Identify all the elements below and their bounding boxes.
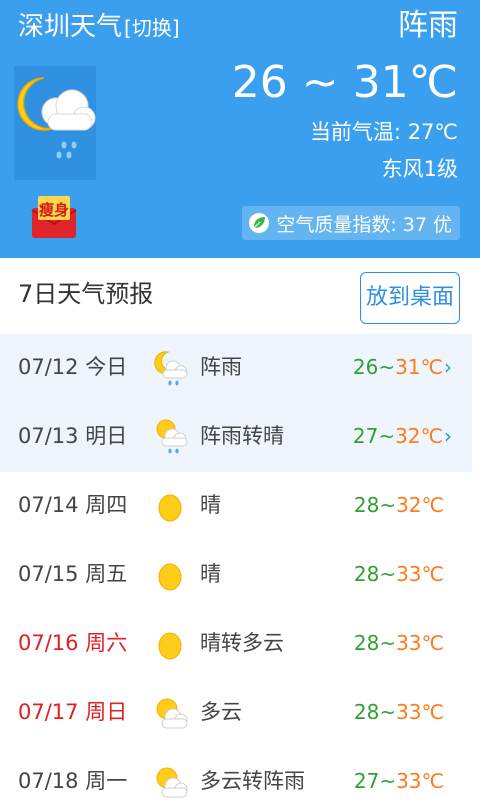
- high-temp: 33℃: [396, 769, 444, 793]
- air-quality-badge[interactable]: 空气质量指数: 37 优: [242, 206, 460, 240]
- forecast-row[interactable]: 07/13 明日 阵雨转晴 27~32℃›: [0, 403, 472, 472]
- range-separator: ~: [379, 631, 397, 655]
- range-separator: ~: [379, 769, 397, 793]
- forecast-date: 07/14 周四: [18, 493, 128, 517]
- forecast-header: 7日天气预报 放到桌面: [0, 258, 480, 334]
- moon-cloud-rain-icon: [154, 348, 188, 388]
- forecast-row[interactable]: 07/17 周日 多云 28~33℃: [0, 679, 472, 748]
- forecast-condition: 阵雨: [200, 355, 242, 379]
- high-temp: 33℃: [396, 562, 444, 586]
- sun-cloud-icon: [154, 762, 188, 800]
- forecast-condition: 阵雨转晴: [200, 424, 284, 448]
- low-temp: 28: [353, 493, 380, 517]
- forecast-condition: 晴: [200, 493, 221, 517]
- high-temp: 32℃: [396, 493, 444, 517]
- sun-icon: [154, 624, 188, 664]
- forecast-temp-range: 27~32℃›: [353, 421, 452, 451]
- low-temp: 26: [352, 355, 379, 379]
- sun-cloud-rain-icon: [154, 417, 188, 457]
- add-to-desktop-button[interactable]: 放到桌面: [360, 272, 460, 324]
- forecast-temp-range: 27~33℃: [354, 766, 444, 796]
- weather-header: 深圳天气 [切换] 阵雨 26 ~ 31℃ 当前气温: 27℃ 东风1级 瘦身 …: [0, 0, 480, 258]
- forecast-condition: 多云: [200, 700, 242, 724]
- forecast-row[interactable]: 07/12 今日 阵雨 26~31℃›: [0, 334, 472, 403]
- aqi-text: 空气质量指数: 37 优: [276, 213, 452, 236]
- forecast-date: 07/13 明日: [18, 424, 128, 448]
- high-temp: 33℃: [396, 700, 444, 724]
- chevron-right-icon[interactable]: ›: [444, 355, 452, 379]
- sun-icon: [154, 555, 188, 595]
- forecast-row[interactable]: 07/14 周四 晴 28~32℃: [0, 472, 472, 541]
- wind-info: 东风1级: [381, 157, 458, 181]
- forecast-date: 07/17 周日: [18, 700, 128, 724]
- forecast-row[interactable]: 07/18 周一 多云转阵雨 27~33℃: [0, 748, 472, 800]
- range-separator: ~: [379, 562, 397, 586]
- forecast-condition: 多云转阵雨: [200, 769, 305, 793]
- moon-cloud-rain-icon: [14, 66, 96, 180]
- forecast-temp-range: 28~33℃: [354, 628, 444, 658]
- today-temp-range: 26 ~ 31℃: [231, 57, 458, 108]
- slimming-promo-icon[interactable]: 瘦身: [30, 194, 78, 240]
- forecast-condition: 晴: [200, 562, 221, 586]
- low-temp: 28: [353, 700, 380, 724]
- forecast-title: 7日天气预报: [18, 280, 154, 308]
- low-temp: 28: [353, 562, 380, 586]
- high-temp: 33℃: [396, 631, 444, 655]
- city-title: 深圳天气 [切换]: [18, 10, 180, 45]
- forecast-date: 07/12 今日: [18, 355, 128, 379]
- forecast-list: 07/12 今日 阵雨 26~31℃› 07/13 明日 阵雨转晴 27~32℃› 07/1…: [0, 334, 480, 800]
- low-temp: 27: [353, 769, 380, 793]
- range-separator: ~: [379, 493, 397, 517]
- sun-icon: [154, 486, 188, 526]
- range-separator: ~: [378, 424, 396, 448]
- forecast-row[interactable]: 07/16 周六 晴转多云 28~33℃: [0, 610, 472, 679]
- city-name: 深圳天气: [18, 12, 123, 42]
- promo-label: 瘦身: [39, 201, 69, 219]
- high-temp: 32℃: [395, 424, 443, 448]
- current-temperature: 当前气温: 27℃: [309, 120, 458, 144]
- forecast-temp-range: 26~31℃›: [353, 352, 452, 382]
- low-temp: 27: [352, 424, 379, 448]
- leaf-icon: [249, 213, 270, 233]
- forecast-condition: 晴转多云: [200, 631, 284, 655]
- forecast-temp-range: 28~32℃: [354, 490, 444, 520]
- range-separator: ~: [378, 355, 396, 379]
- range-separator: ~: [379, 700, 397, 724]
- forecast-date: 07/16 周六: [18, 631, 128, 655]
- high-temp: 31℃: [395, 355, 443, 379]
- current-condition: 阵雨: [398, 8, 458, 43]
- forecast-date: 07/15 周五: [18, 562, 128, 586]
- chevron-right-icon[interactable]: ›: [444, 424, 452, 448]
- forecast-temp-range: 28~33℃: [354, 559, 444, 589]
- switch-city-link[interactable]: [切换]: [124, 16, 180, 40]
- sun-cloud-icon: [154, 693, 188, 733]
- forecast-row[interactable]: 07/15 周五 晴 28~33℃: [0, 541, 472, 610]
- forecast-temp-range: 28~33℃: [354, 697, 444, 727]
- forecast-date: 07/18 周一: [18, 769, 128, 793]
- low-temp: 28: [353, 631, 380, 655]
